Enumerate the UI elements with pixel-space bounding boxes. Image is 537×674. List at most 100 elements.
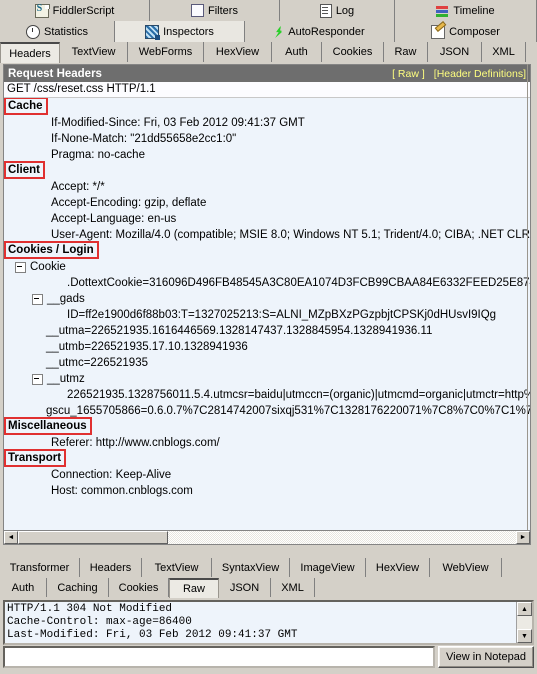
- tree-collapse-icon[interactable]: [32, 293, 43, 305]
- section-title-transport: Transport: [4, 449, 67, 467]
- header-row[interactable]: __gads: [4, 291, 530, 307]
- response-tab-caching[interactable]: Caching: [47, 578, 109, 597]
- response-tab-cookies[interactable]: Cookies: [109, 578, 169, 597]
- header-section: Miscellaneous Referer: http://www.cnblogs…: [4, 417, 530, 451]
- header-row[interactable]: User-Agent: Mozilla/4.0 (compatible; MSI…: [4, 227, 530, 243]
- header-row[interactable]: __utmc=226521935: [4, 355, 530, 371]
- request-tab-headers[interactable]: Headers: [0, 42, 60, 63]
- bottom-bar: View in Notepad: [3, 646, 534, 668]
- header-row[interactable]: __utmb=226521935.17.10.1328941936: [4, 339, 530, 355]
- raw-link[interactable]: [ Raw ]: [392, 68, 425, 80]
- statistics-icon: [25, 24, 40, 39]
- main-tab-inspectors[interactable]: Inspectors: [115, 21, 245, 43]
- request-inspector-panel: Request Headers [ Raw ] [Header Definiti…: [3, 64, 531, 544]
- header-row[interactable]: Accept-Language: en-us: [4, 211, 530, 227]
- response-view-tabs-row-2: Auth Caching Cookies Raw JSON XML: [0, 578, 537, 598]
- main-tab-autoresponder[interactable]: AutoResponder: [245, 21, 395, 42]
- header-row[interactable]: Cookie: [4, 259, 530, 275]
- response-tab-imageview[interactable]: ImageView: [290, 558, 366, 577]
- response-tab-syntaxview[interactable]: SyntaxView: [212, 558, 290, 577]
- response-tab-webview[interactable]: WebView: [430, 558, 502, 577]
- response-raw-text: HTTP/1.1 304 Not Modified Cache-Control:…: [7, 603, 298, 641]
- main-tab-label: Statistics: [43, 25, 88, 38]
- header-row[interactable]: Accept: */*: [4, 179, 530, 195]
- header-definitions-link[interactable]: [Header Definitions]: [434, 68, 526, 80]
- request-tab-textview[interactable]: TextView: [60, 42, 128, 62]
- header-row[interactable]: __utma=226521935.1616446569.1328147437.1…: [4, 323, 530, 339]
- header-row[interactable]: If-None-Match: "21dd55658e2cc1:0": [4, 131, 530, 147]
- request-tab-cookies[interactable]: Cookies: [322, 42, 384, 62]
- timeline-icon: [436, 5, 449, 16]
- find-input[interactable]: [3, 646, 435, 668]
- vscroll-track[interactable]: [517, 616, 532, 629]
- response-tab-transformer[interactable]: Transformer: [0, 558, 80, 577]
- main-tab-row-1: FiddlerScript Filters Log Timeline: [0, 0, 537, 21]
- hscroll-thumb[interactable]: [18, 531, 168, 544]
- request-tab-auth[interactable]: Auth: [272, 42, 322, 62]
- header-row[interactable]: Referer: http://www.cnblogs.com/: [4, 435, 530, 451]
- request-horizontal-scrollbar[interactable]: ◄ ►: [3, 530, 531, 545]
- request-header-links: [ Raw ] [Header Definitions]: [392, 68, 526, 80]
- panel-divider: [527, 64, 528, 544]
- view-in-notepad-button[interactable]: View in Notepad: [438, 646, 534, 668]
- main-tab-timeline[interactable]: Timeline: [395, 0, 537, 21]
- header-row[interactable]: __utmz: [4, 371, 530, 387]
- main-tab-statistics[interactable]: Statistics: [0, 21, 115, 42]
- header-section: Client Accept: */* Accept-Encoding: gzip, …: [4, 161, 530, 243]
- main-tab-log[interactable]: Log: [280, 0, 395, 21]
- header-row[interactable]: .DottextCookie=316096D496FB48545A3C80EA1…: [4, 275, 530, 291]
- tree-collapse-icon[interactable]: [15, 261, 26, 273]
- response-tab-headers[interactable]: Headers: [80, 558, 142, 577]
- tree-collapse-icon[interactable]: [32, 373, 43, 385]
- response-tab-raw[interactable]: Raw: [169, 578, 219, 598]
- main-tab-composer[interactable]: Composer: [395, 21, 537, 42]
- section-title-cache: Cache: [4, 98, 48, 115]
- main-tab-label: Log: [335, 4, 355, 17]
- bolt-icon: [274, 25, 284, 38]
- response-tab-auth[interactable]: Auth: [0, 578, 47, 597]
- scroll-down-arrow-icon[interactable]: ▼: [517, 629, 532, 643]
- response-view-tabs-row-1: Transformer Headers TextView SyntaxView Imag…: [0, 558, 537, 578]
- scroll-left-arrow-icon[interactable]: ◄: [4, 531, 18, 544]
- header-row-text: __utmz: [47, 373, 85, 385]
- filters-icon: [191, 4, 205, 17]
- main-tab-label: Filters: [208, 4, 238, 17]
- main-tab-fiddlerscript[interactable]: FiddlerScript: [0, 0, 150, 21]
- main-tab-filters[interactable]: Filters: [150, 0, 280, 21]
- header-row[interactable]: Pragma: no-cache: [4, 147, 530, 163]
- request-tab-hexview[interactable]: HexView: [204, 42, 272, 62]
- request-headers-tree[interactable]: Cache If-Modified-Since: Fri, 03 Feb 2012…: [4, 98, 530, 541]
- header-row[interactable]: ID=ff2e1900d6f88b03:T=1327025213:S=ALNI_…: [4, 307, 530, 323]
- main-tab-label: AutoResponder: [288, 25, 365, 38]
- response-vertical-scrollbar[interactable]: ▲ ▼: [516, 602, 532, 643]
- script-icon: [34, 3, 50, 18]
- main-tab-label: Composer: [449, 25, 500, 38]
- header-row[interactable]: Connection: Keep-Alive: [4, 467, 530, 483]
- header-section-title-row: Client: [4, 161, 530, 179]
- response-tab-json[interactable]: JSON: [219, 578, 271, 597]
- request-tab-xml[interactable]: XML: [482, 42, 526, 62]
- section-title-miscellaneous: Miscellaneous: [4, 417, 92, 435]
- request-tab-webforms[interactable]: WebForms: [128, 42, 204, 62]
- header-row[interactable]: Accept-Encoding: gzip, deflate: [4, 195, 530, 211]
- response-raw-box[interactable]: HTTP/1.1 304 Not Modified Cache-Control:…: [3, 600, 534, 645]
- response-tab-xml[interactable]: XML: [271, 578, 315, 597]
- header-row[interactable]: If-Modified-Since: Fri, 03 Feb 2012 09:4…: [4, 115, 530, 131]
- header-section: Transport Connection: Keep-Alive Host: com…: [4, 449, 530, 499]
- scroll-up-arrow-icon[interactable]: ▲: [517, 602, 532, 616]
- header-section-title-row: Miscellaneous: [4, 417, 530, 435]
- hscroll-track[interactable]: [18, 531, 516, 544]
- request-view-tabs: Headers TextView WebForms HexView Auth Cookie…: [0, 42, 537, 63]
- header-section: Cookies / Login Cookie .DottextCookie=3160…: [4, 241, 530, 419]
- scroll-right-arrow-icon[interactable]: ►: [516, 531, 530, 544]
- header-row[interactable]: gscu_1655705866=0.6.0.7%7C2814742007sixq…: [4, 403, 530, 419]
- request-tab-raw[interactable]: Raw: [384, 42, 428, 62]
- header-row[interactable]: Host: common.cnblogs.com: [4, 483, 530, 499]
- response-tab-textview[interactable]: TextView: [142, 558, 212, 577]
- response-tab-hexview[interactable]: HexView: [366, 558, 430, 577]
- request-headers-title: Request Headers: [8, 67, 102, 80]
- main-tab-row-2: Statistics Inspectors AutoResponder Compose…: [0, 21, 537, 43]
- inspectors-icon: [145, 24, 161, 40]
- header-row[interactable]: 226521935.1328756011.5.4.utmcsr=baidu|ut…: [4, 387, 530, 403]
- request-tab-json[interactable]: JSON: [428, 42, 482, 62]
